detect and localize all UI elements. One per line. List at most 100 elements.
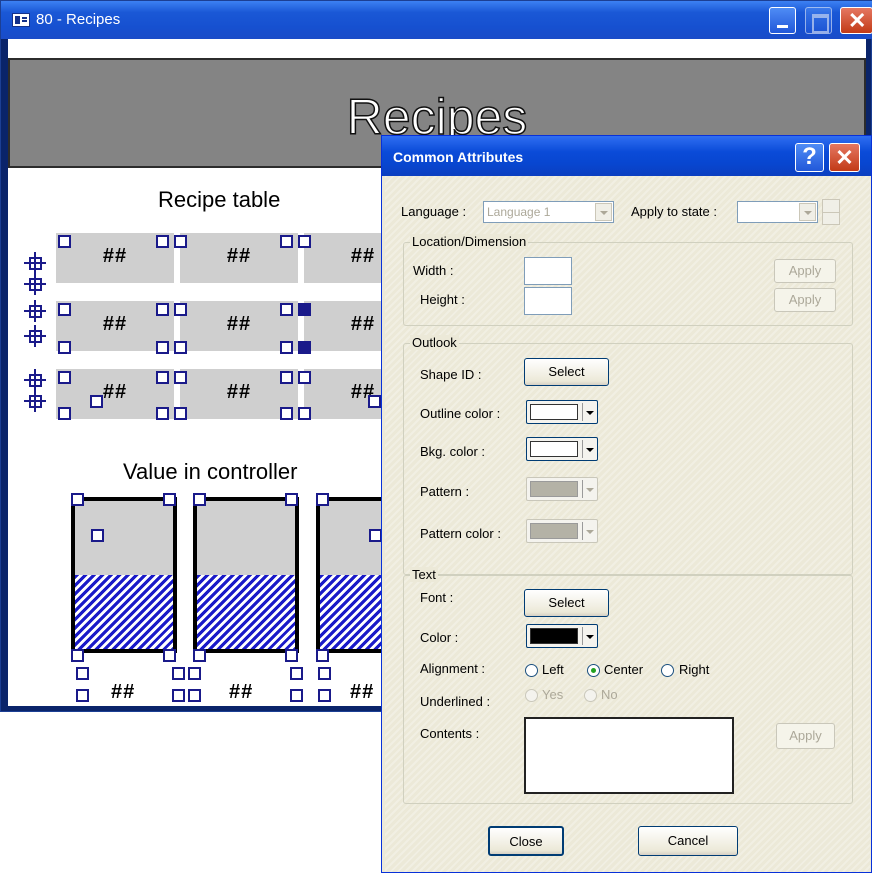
tank-gauge[interactable] xyxy=(193,497,299,653)
selection-handle[interactable] xyxy=(156,235,169,248)
align-left-label[interactable]: Left xyxy=(542,662,564,677)
recipes-window-titlebar[interactable]: 80 - Recipes xyxy=(1,1,872,39)
selection-handle[interactable] xyxy=(156,371,169,384)
language-select[interactable]: Language 1 xyxy=(483,201,614,223)
selection-handle[interactable] xyxy=(318,667,331,680)
selection-handle[interactable] xyxy=(71,649,84,662)
selection-handle[interactable] xyxy=(76,667,89,680)
height-field[interactable] xyxy=(524,287,572,315)
selection-handle[interactable] xyxy=(156,303,169,316)
selection-handle[interactable] xyxy=(316,649,329,662)
selection-handle[interactable] xyxy=(193,493,206,506)
selection-handle[interactable] xyxy=(172,689,185,702)
selection-handle[interactable] xyxy=(174,407,187,420)
selection-handle[interactable] xyxy=(280,235,293,248)
connector-icon[interactable] xyxy=(24,390,46,412)
selection-handle[interactable] xyxy=(172,667,185,680)
align-right-radio[interactable] xyxy=(661,664,674,677)
selection-handle[interactable] xyxy=(318,689,331,702)
recipe-table-title[interactable]: Recipe table xyxy=(158,187,280,213)
window-close-button[interactable] xyxy=(840,7,872,34)
selection-handle[interactable] xyxy=(156,407,169,420)
connector-icon[interactable] xyxy=(24,252,46,274)
tank-value[interactable]: ## xyxy=(350,681,374,704)
font-select-button[interactable]: Select xyxy=(524,589,609,617)
selection-handle[interactable] xyxy=(58,235,71,248)
controller-title[interactable]: Value in controller xyxy=(123,459,297,485)
selection-handle[interactable] xyxy=(290,689,303,702)
align-right-label[interactable]: Right xyxy=(679,662,709,677)
pattern-picker[interactable] xyxy=(526,477,598,501)
selection-handle[interactable] xyxy=(188,667,201,680)
maximize-button[interactable] xyxy=(805,7,832,34)
selection-handle[interactable] xyxy=(298,407,311,420)
selection-handle[interactable] xyxy=(316,493,329,506)
selection-handle[interactable] xyxy=(163,649,176,662)
connector-icon[interactable] xyxy=(24,369,46,391)
text-color-picker[interactable] xyxy=(526,624,598,648)
align-left-radio[interactable] xyxy=(525,664,538,677)
selection-handle[interactable] xyxy=(58,341,71,354)
apply-state-select[interactable] xyxy=(737,201,818,223)
cell-value: ## xyxy=(226,313,252,335)
bkg-color-picker[interactable] xyxy=(526,437,598,461)
connector-icon[interactable] xyxy=(24,300,46,322)
connector-icon[interactable] xyxy=(24,273,46,295)
selection-handle[interactable] xyxy=(71,493,84,506)
selection-handle[interactable] xyxy=(156,341,169,354)
width-apply-button[interactable]: Apply xyxy=(774,259,836,283)
chevron-down-icon xyxy=(582,522,596,540)
height-apply-button[interactable]: Apply xyxy=(774,288,836,312)
outline-color-picker[interactable] xyxy=(526,400,598,424)
selection-handle[interactable] xyxy=(58,371,71,384)
state-spinner[interactable] xyxy=(822,199,840,225)
selection-handle[interactable] xyxy=(280,341,293,354)
tank-gauge[interactable] xyxy=(71,497,177,653)
chevron-down-icon xyxy=(582,440,596,458)
selection-handle[interactable] xyxy=(90,395,103,408)
tank-value[interactable]: ## xyxy=(229,681,253,704)
selection-handle[interactable] xyxy=(298,341,311,354)
dialog-titlebar[interactable]: Common Attributes ? ✕ xyxy=(382,136,871,176)
help-button[interactable]: ? xyxy=(795,143,824,172)
selection-handle[interactable] xyxy=(174,235,187,248)
connector-icon[interactable] xyxy=(24,325,46,347)
selection-handle[interactable] xyxy=(58,407,71,420)
selection-handle[interactable] xyxy=(368,395,381,408)
underline-yes-label[interactable]: Yes xyxy=(542,687,563,702)
shape-select-button[interactable]: Select xyxy=(524,358,609,386)
selection-handle[interactable] xyxy=(290,667,303,680)
selection-handle[interactable] xyxy=(174,371,187,384)
underline-no-radio[interactable] xyxy=(584,689,597,702)
selection-handle[interactable] xyxy=(280,407,293,420)
selection-handle[interactable] xyxy=(298,371,311,384)
selection-handle[interactable] xyxy=(298,303,311,316)
align-center-radio[interactable] xyxy=(587,664,600,677)
tank-value[interactable]: ## xyxy=(111,681,135,704)
underline-yes-radio[interactable] xyxy=(525,689,538,702)
selection-handle[interactable] xyxy=(280,303,293,316)
contents-textarea[interactable] xyxy=(524,717,734,794)
align-center-label[interactable]: Center xyxy=(604,662,643,677)
selection-handle[interactable] xyxy=(280,371,293,384)
selection-handle[interactable] xyxy=(285,493,298,506)
selection-handle[interactable] xyxy=(174,341,187,354)
selection-handle[interactable] xyxy=(76,689,89,702)
selection-handle[interactable] xyxy=(91,529,104,542)
selection-handle[interactable] xyxy=(58,303,71,316)
dialog-close-button[interactable]: ✕ xyxy=(829,143,860,172)
alignment-label: Alignment : xyxy=(420,661,486,676)
selection-handle[interactable] xyxy=(188,689,201,702)
pattern-color-picker[interactable] xyxy=(526,519,598,543)
close-button[interactable]: Close xyxy=(488,826,564,856)
selection-handle[interactable] xyxy=(298,235,311,248)
contents-apply-button[interactable]: Apply xyxy=(776,723,835,749)
width-field[interactable] xyxy=(524,257,572,285)
minimize-button[interactable] xyxy=(769,7,796,34)
selection-handle[interactable] xyxy=(193,649,206,662)
cancel-button[interactable]: Cancel xyxy=(638,826,738,856)
selection-handle[interactable] xyxy=(163,493,176,506)
underline-no-label[interactable]: No xyxy=(601,687,618,702)
selection-handle[interactable] xyxy=(285,649,298,662)
selection-handle[interactable] xyxy=(174,303,187,316)
